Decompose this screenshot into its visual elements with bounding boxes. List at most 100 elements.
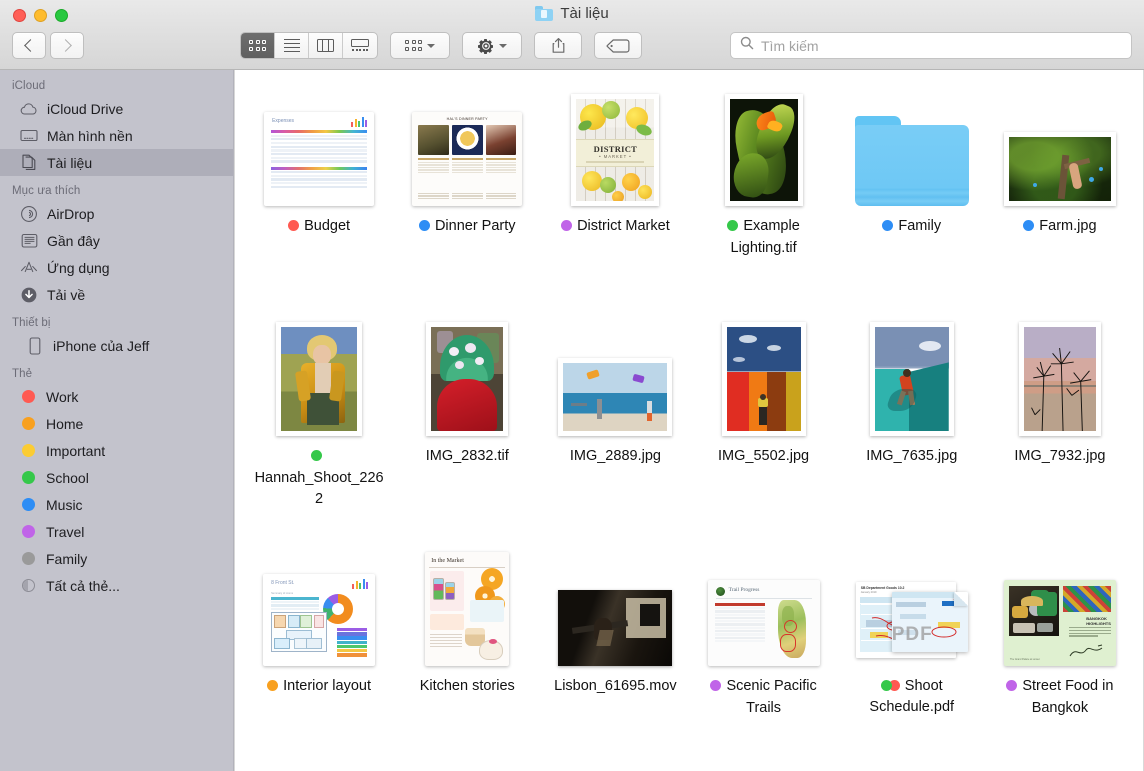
file-item[interactable]: Trail Progress [690,544,838,771]
folder-icon [535,6,553,21]
close-button[interactable] [13,9,26,22]
minimize-button[interactable] [34,9,47,22]
action-menu-button[interactable] [462,32,522,59]
tag-button[interactable] [594,32,642,59]
file-label: Hannah_Shoot_2262 [251,446,387,510]
back-button[interactable] [12,32,46,59]
sidebar-section-header: Mục ưa thích [0,183,233,200]
file-name: Family [898,218,941,234]
file-name: Interior layout [283,678,371,694]
file-thumbnail: DISTRICT • MARKET • [571,88,659,206]
file-item[interactable]: DISTRICT • MARKET • [541,84,689,314]
gear-icon [478,38,494,54]
sidebar-tag-all-tags[interactable]: Tất cả thẻ... [0,572,233,599]
file-label: Budget [288,216,350,238]
file-label: IMG_2889.jpg [570,446,661,467]
gallery-view-button[interactable] [343,33,377,58]
file-name: District Market [577,218,670,234]
search-field[interactable]: Tìm kiếm [730,32,1132,59]
sidebar-tag-home[interactable]: Home [0,410,233,437]
file-item[interactable]: 8 Front St. Summary of rooms [245,544,393,771]
iphone-icon [26,337,44,355]
sidebar-tag-family[interactable]: Family [0,545,233,572]
window-title-text: Tài liệu [560,5,608,22]
chevron-down-icon [499,44,507,48]
sidebar-tag-label: Family [46,551,87,567]
file-name: Scenic Pacific Trails [726,678,816,716]
titlebar: Tài liệu [0,0,1144,70]
navigation-buttons [12,32,84,59]
sidebar-item-iphone[interactable]: iPhone của Jeff [0,332,233,359]
sidebar-item-label: AirDrop [47,206,94,222]
file-item[interactable]: IMG_2889.jpg [541,314,689,544]
sidebar-item-label: Tài liệu [47,155,92,171]
file-item[interactable]: BANGKOKHIGHLIGHTS The Grand Palace at su… [986,544,1134,771]
documents-icon [20,154,38,172]
sidebar-item-recents[interactable]: Gần đây [0,227,233,254]
sidebar-section-header: Thẻ [0,366,233,383]
sidebar-item-applications[interactable]: Ứng dụng [0,254,233,281]
file-tag-dots [881,680,900,691]
tag-color-dot [22,390,35,403]
file-name: Dinner Party [435,218,516,234]
sidebar-tag-work[interactable]: Work [0,383,233,410]
file-label: Farm.jpg [1023,216,1096,238]
sidebar-item-documents[interactable]: Tài liệu [0,149,233,176]
file-item[interactable]: Hannah_Shoot_2262 [245,314,393,544]
file-name: Lisbon_61695.mov [554,678,677,694]
file-item[interactable]: Farm.jpg [986,84,1134,314]
file-item[interactable]: SB Department Goods 10.2 January 2019 [838,544,986,771]
file-item[interactable]: Expenses Budget [245,84,393,314]
sidebar-tag-important[interactable]: Important [0,437,233,464]
file-item[interactable]: Family [838,84,986,314]
window-body: iCloud iCloud Drive Màn hình nền Tài liệ… [0,70,1144,771]
file-name: IMG_5502.jpg [718,448,809,464]
tag-color-dot [22,552,35,565]
sidebar-item-desktop[interactable]: Màn hình nền [0,122,233,149]
file-item[interactable]: HAL'S DINNER PARTY [393,84,541,314]
sidebar-item-icloud-drive[interactable]: iCloud Drive [0,95,233,122]
sidebar-tag-travel[interactable]: Travel [0,518,233,545]
file-tag-dots [1023,217,1034,238]
finder-window: Tài liệu [0,0,1144,771]
file-item[interactable]: IMG_5502.jpg [690,314,838,544]
file-tag-dots [882,217,893,238]
file-grid-container[interactable]: Expenses Budget [234,70,1144,771]
forward-button[interactable] [50,32,84,59]
sidebar-item-label: iPhone của Jeff [53,338,149,354]
share-button[interactable] [534,32,582,59]
sidebar-item-airdrop[interactable]: AirDrop [0,200,233,227]
columns-icon [317,39,334,52]
file-name: Example Lighting.tif [731,218,800,256]
column-view-button[interactable] [309,33,343,58]
search-placeholder: Tìm kiếm [761,38,819,54]
file-label: Family [882,216,941,238]
file-item[interactable]: IMG_7635.jpg [838,314,986,544]
file-label: IMG_7932.jpg [1014,446,1105,467]
file-item[interactable]: Lisbon_61695.mov [541,544,689,771]
file-thumbnail: 8 Front St. Summary of rooms [263,548,375,666]
file-tag-dots [1006,677,1017,698]
grid-icon [249,40,266,51]
file-tag-dots [311,447,322,468]
file-thumbnail [558,318,672,436]
maximize-button[interactable] [55,9,68,22]
sidebar-item-label: Ứng dụng [47,260,110,276]
sidebar-tag-school[interactable]: School [0,464,233,491]
icon-view-button[interactable] [241,33,275,58]
sidebar-item-downloads[interactable]: Tải về [0,281,233,308]
file-item[interactable]: Example Lighting.tif [690,84,838,314]
file-label: Example Lighting.tif [696,216,832,259]
file-item[interactable]: IMG_7932.jpg [986,314,1134,544]
file-label: IMG_2832.tif [426,446,509,467]
file-item[interactable]: IMG_2832.tif [393,314,541,544]
file-label: IMG_5502.jpg [718,446,809,467]
toolbar [240,32,642,59]
list-view-button[interactable] [275,33,309,58]
group-by-button[interactable] [390,32,450,59]
file-item[interactable]: In the Market [393,544,541,771]
file-label: Shoot Schedule.pdf [844,676,980,718]
file-name: IMG_7932.jpg [1014,448,1105,464]
tag-color-dot [22,444,35,457]
sidebar-tag-music[interactable]: Music [0,491,233,518]
